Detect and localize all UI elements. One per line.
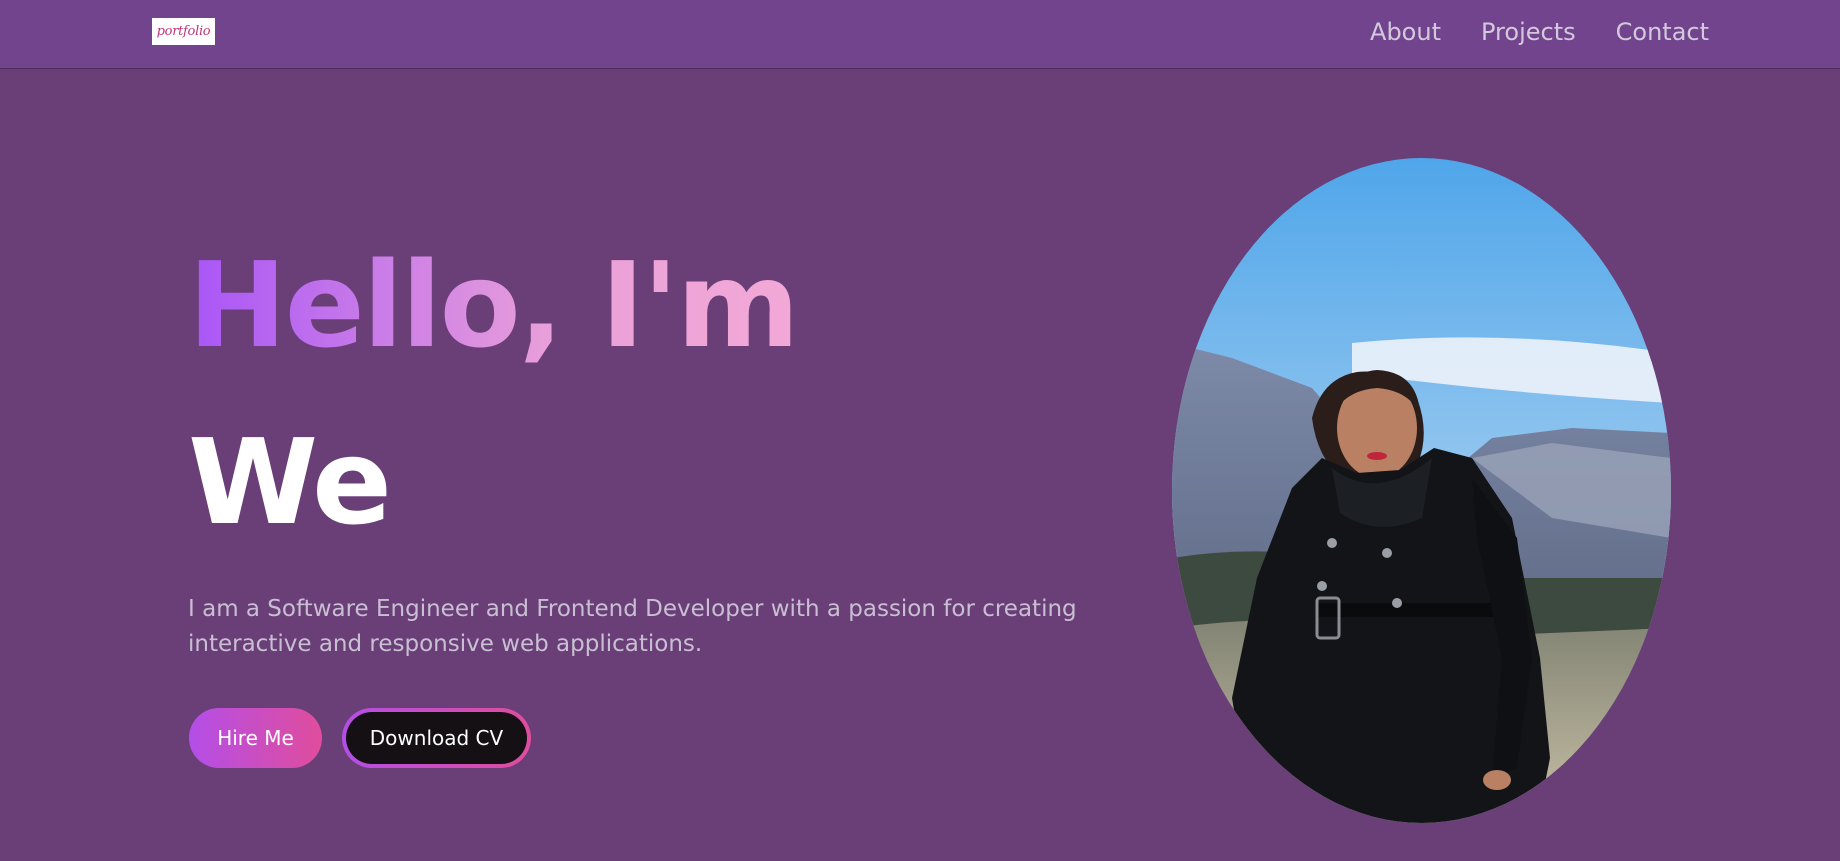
main-nav: About Projects Contact [1370, 0, 1709, 63]
portfolio-logo[interactable]: portfolio [152, 18, 215, 45]
hire-me-button[interactable]: Hire Me [189, 708, 322, 768]
hero-name: We [188, 413, 392, 551]
hero-greeting: Hello, I'm [188, 236, 800, 374]
top-navbar: portfolio About Projects Contact [0, 0, 1840, 69]
nav-link-about[interactable]: About [1370, 18, 1441, 46]
hero-description: I am a Software Engineer and Frontend De… [188, 596, 1077, 657]
logo-text: portfolio [156, 24, 211, 39]
download-cv-button[interactable]: Download CV [346, 712, 527, 764]
profile-photo [1172, 158, 1671, 823]
profile-photo-illustration [1172, 158, 1671, 823]
nav-link-projects[interactable]: Projects [1481, 18, 1576, 46]
download-cv-button-border: Download CV [342, 708, 531, 768]
nav-link-contact[interactable]: Contact [1616, 18, 1709, 46]
